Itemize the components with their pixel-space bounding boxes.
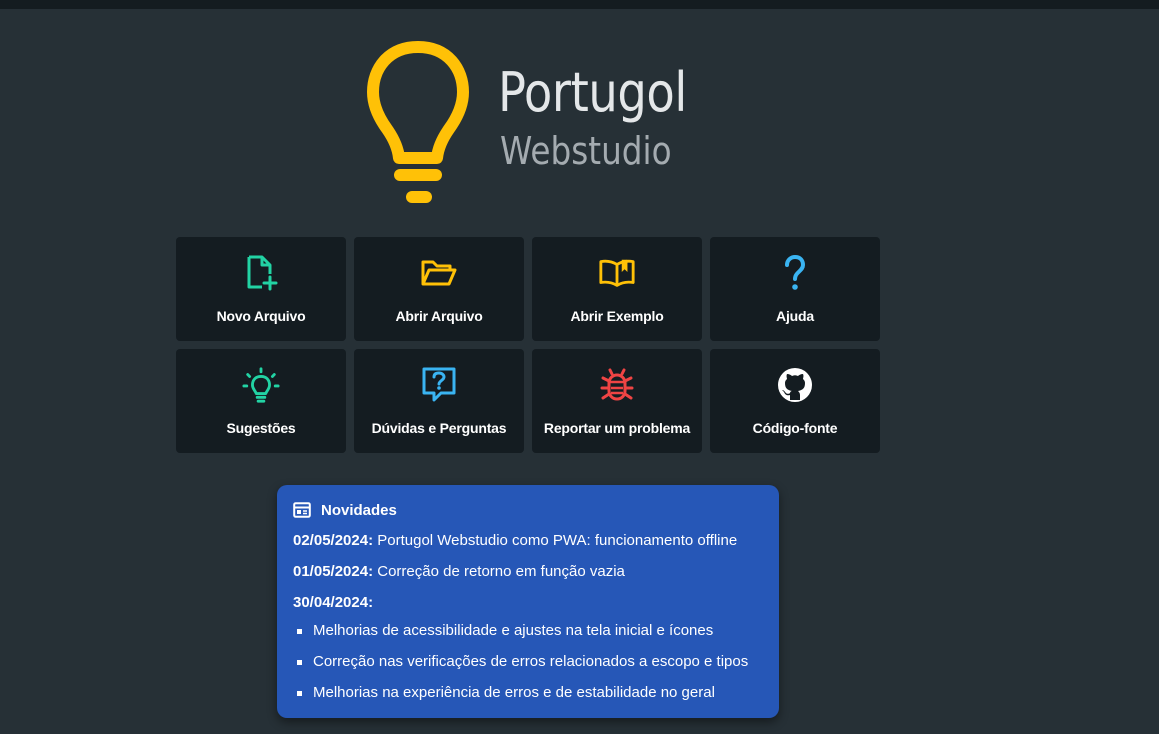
book-open-icon bbox=[598, 254, 636, 292]
news-date: 01/05/2024: bbox=[293, 563, 374, 580]
news-item-text: Correção nas verificações de erros relac… bbox=[313, 653, 749, 670]
questions-button[interactable]: Dúvidas e Perguntas bbox=[354, 349, 524, 453]
suggestions-button[interactable]: Sugestões bbox=[176, 349, 346, 453]
bug-icon bbox=[598, 366, 636, 404]
news-date: 02/05/2024: bbox=[293, 532, 374, 549]
logo-subtitle: Webstudio bbox=[500, 129, 672, 173]
question-mark-icon bbox=[776, 254, 814, 292]
newspaper-icon bbox=[293, 500, 313, 520]
app-logo: Portugol Webstudio bbox=[366, 40, 696, 210]
action-grid: Novo Arquivo Abrir Arquivo Abrir Exemplo bbox=[176, 237, 880, 453]
news-items-list: Melhorias de acessibilidade e ajustes na… bbox=[293, 620, 763, 704]
news-entry: 01/05/2024: Correção de retorno em funçã… bbox=[293, 561, 763, 583]
new-file-button[interactable]: Novo Arquivo bbox=[176, 237, 346, 341]
news-item: Melhorias na experiência de erros e de e… bbox=[293, 682, 763, 704]
news-item: Melhorias de acessibilidade e ajustes na… bbox=[293, 620, 763, 642]
help-label: Ajuda bbox=[776, 308, 814, 324]
report-problem-button[interactable]: Reportar um problema bbox=[532, 349, 702, 453]
questions-label: Dúvidas e Perguntas bbox=[371, 420, 507, 436]
open-file-button[interactable]: Abrir Arquivo bbox=[354, 237, 524, 341]
question-chat-icon bbox=[420, 366, 458, 404]
news-title: Novidades bbox=[321, 501, 397, 519]
open-example-button[interactable]: Abrir Exemplo bbox=[532, 237, 702, 341]
news-text: Correção de retorno em função vazia bbox=[373, 563, 625, 580]
suggestions-label: Sugestões bbox=[226, 420, 296, 436]
source-code-button[interactable]: Código-fonte bbox=[710, 349, 880, 453]
help-button[interactable]: Ajuda bbox=[710, 237, 880, 341]
open-example-label: Abrir Exemplo bbox=[570, 308, 664, 324]
news-entry: 02/05/2024: Portugol Webstudio como PWA:… bbox=[293, 530, 763, 552]
new-file-label: Novo Arquivo bbox=[216, 308, 306, 324]
github-icon bbox=[776, 366, 814, 404]
news-text: Portugol Webstudio como PWA: funcionamen… bbox=[373, 532, 738, 549]
news-entry: 30/04/2024: bbox=[293, 592, 763, 614]
news-item-text: Melhorias de acessibilidade e ajustes na… bbox=[313, 622, 714, 639]
news-panel: Novidades 02/05/2024: Portugol Webstudio… bbox=[277, 485, 779, 718]
folder-open-icon bbox=[420, 254, 458, 292]
source-code-label: Código-fonte bbox=[752, 420, 838, 436]
report-problem-label: Reportar um problema bbox=[543, 420, 691, 436]
logo-title: Portugol bbox=[498, 61, 687, 124]
new-file-icon bbox=[242, 254, 280, 292]
news-header: Novidades bbox=[293, 499, 763, 521]
open-file-label: Abrir Arquivo bbox=[395, 308, 483, 324]
news-item-text: Melhorias na experiência de erros e de e… bbox=[313, 684, 715, 701]
lightbulb-icon bbox=[367, 41, 469, 203]
news-item: Correção nas verificações de erros relac… bbox=[293, 651, 763, 673]
lightbulb-idea-icon bbox=[242, 366, 280, 404]
news-date: 30/04/2024: bbox=[293, 594, 374, 611]
top-bar bbox=[0, 0, 1159, 9]
